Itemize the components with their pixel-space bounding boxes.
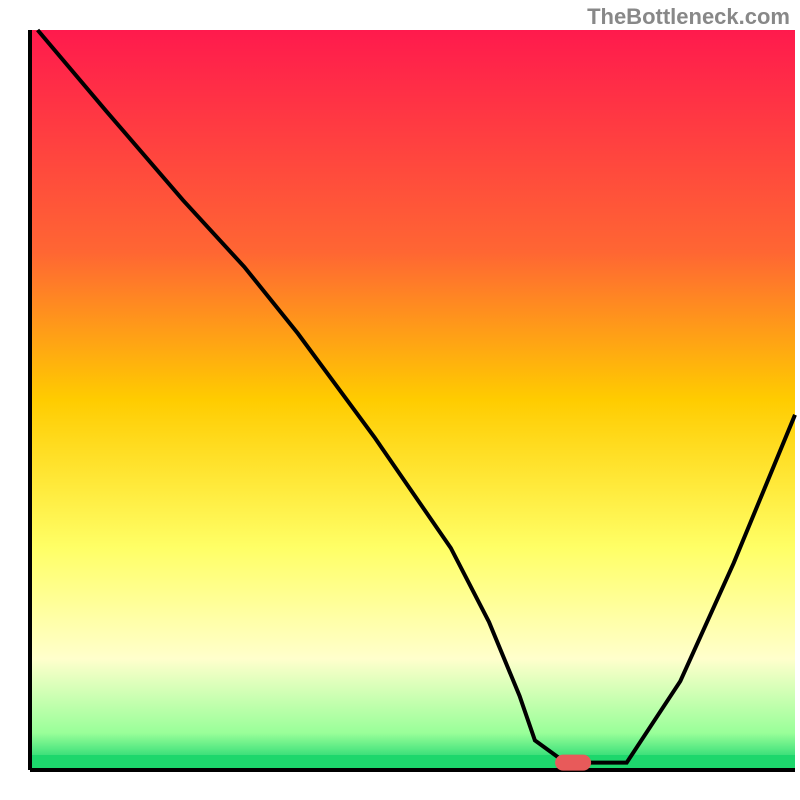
optimal-marker bbox=[555, 755, 591, 771]
watermark-text: TheBottleneck.com bbox=[587, 4, 790, 30]
chart-container: TheBottleneck.com bbox=[0, 0, 800, 800]
plot-background bbox=[30, 30, 795, 770]
chart-svg bbox=[0, 0, 800, 800]
bottom-green-band bbox=[30, 755, 795, 770]
